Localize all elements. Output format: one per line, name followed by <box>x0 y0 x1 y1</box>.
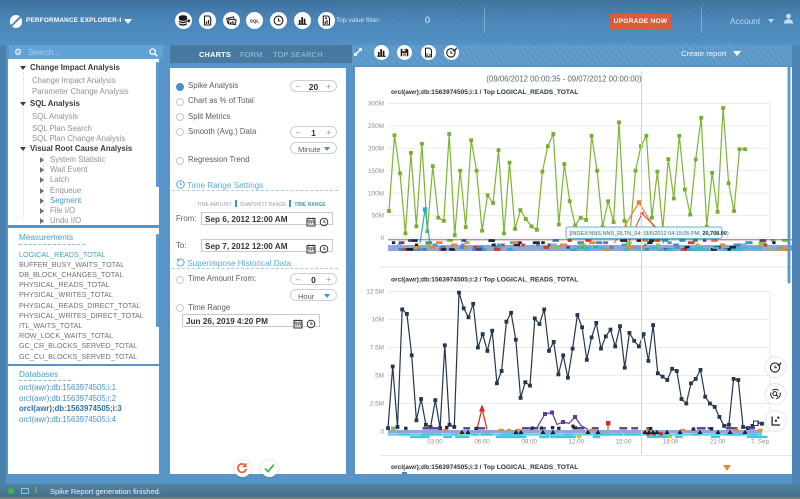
svg-text:2.5M: 2.5M <box>370 400 384 407</box>
svg-text:7. Sep: 7. Sep <box>751 438 769 445</box>
svg-text:(09/06/2012 00:00:35 - 09/07/2: (09/06/2012 00:00:35 - 09/07/2012 00:00:… <box>486 74 642 83</box>
svg-text:03:00: 03:00 <box>427 438 443 445</box>
svg-text:orcl(awr);db:1563974505;i:1 /: orcl(awr);db:1563974505;i:1 / Top LOGICA… <box>391 89 578 96</box>
svg-text:orcl(awr);db:1563974505;i:3 /: orcl(awr);db:1563974505;i:3 / Top LOGICA… <box>391 464 578 471</box>
svg-text:18:00: 18:00 <box>663 438 679 445</box>
svg-text:100M: 100M <box>368 190 384 197</box>
svg-text:5M: 5M <box>375 372 384 379</box>
svg-text:orcl(awr);db:1563974505;i:2 /: orcl(awr);db:1563974505;i:2 / Top LOGICA… <box>391 276 578 283</box>
svg-text:150M: 150M <box>368 167 384 174</box>
svg-text:15:00: 15:00 <box>616 438 632 445</box>
svg-text:250M: 250M <box>368 123 384 130</box>
svg-text:06:00: 06:00 <box>474 438 490 445</box>
svg-text:12.5M: 12.5M <box>366 288 384 295</box>
svg-text:0: 0 <box>380 235 384 242</box>
svg-text:SQL: SQL <box>425 53 432 57</box>
svg-text:10M: 10M <box>372 316 384 323</box>
svg-text:7.5M: 7.5M <box>370 344 384 351</box>
svg-text:200M: 200M <box>368 145 384 152</box>
svg-text:SQL: SQL <box>250 18 260 23</box>
svg-text:12:00: 12:00 <box>569 438 585 445</box>
svg-text:50M: 50M <box>372 212 384 219</box>
svg-text:[INDEX:NNS.NNS_RLTN_04: (9/6/2: [INDEX:NNS.NNS_RLTN_04: (9/6/2012 04:15:… <box>570 231 729 237</box>
svg-text:21:00: 21:00 <box>710 438 726 445</box>
svg-text:300M: 300M <box>368 100 384 107</box>
svg-text:0: 0 <box>380 428 384 435</box>
svg-text:09:00: 09:00 <box>521 438 537 445</box>
